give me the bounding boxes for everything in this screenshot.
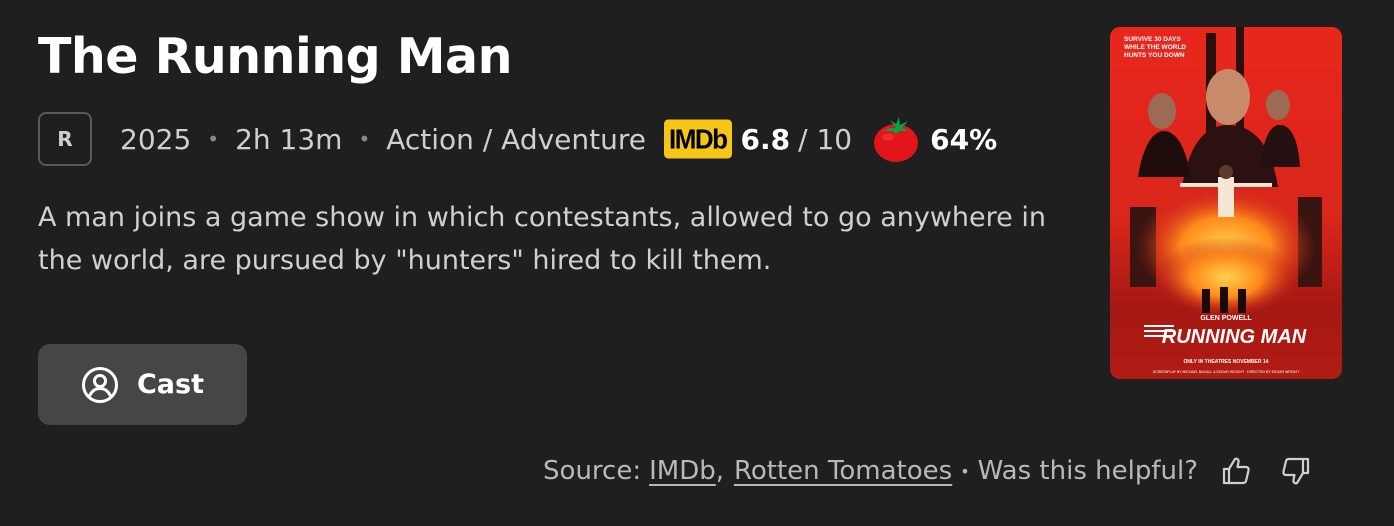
movie-meta-row: R 2025 • 2h 13m • Action / Adventure IMD… [38, 110, 997, 168]
source-comma: , [715, 456, 724, 486]
source-label: Source: [543, 456, 642, 486]
svg-text:ONLY IN THEATRES NOVEMBER 14: ONLY IN THEATRES NOVEMBER 14 [1184, 359, 1269, 365]
meta-separator: • [358, 127, 371, 151]
svg-text:GLEN POWELL: GLEN POWELL [1200, 315, 1252, 322]
tomato-icon [872, 114, 920, 164]
thumbs-up-icon[interactable] [1220, 455, 1252, 487]
genres: Action / Adventure [386, 122, 646, 156]
source-link-rotten-tomatoes[interactable]: Rotten Tomatoes [734, 456, 952, 486]
release-year: 2025 [120, 122, 192, 156]
svg-text:WHILE THE WORLD: WHILE THE WORLD [1124, 44, 1186, 51]
cast-button[interactable]: Cast [38, 344, 247, 425]
svg-text:SCREENPLAY BY MICHAEL BACALL &: SCREENPLAY BY MICHAEL BACALL & EDGAR WRI… [1153, 370, 1300, 374]
runtime: 2h 13m [235, 122, 343, 156]
imdb-scale: / 10 [798, 122, 853, 156]
helpful-prompt: Was this helpful? [977, 456, 1198, 486]
movie-poster[interactable]: SURVIVE 30 DAYS WHILE THE WORLD HUNTS YO… [1110, 27, 1342, 379]
source-link-imdb[interactable]: IMDb [649, 456, 716, 486]
movie-description: A man joins a game show in which contest… [38, 202, 1046, 276]
source-footer: Source: IMDb , Rotten Tomatoes • Was thi… [543, 450, 1312, 492]
rotten-tomatoes-score: 64% [930, 122, 998, 156]
movie-card: The Running Man R 2025 • 2h 13m • Action… [0, 0, 1394, 526]
svg-text:SURVIVE 30 DAYS: SURVIVE 30 DAYS [1124, 36, 1181, 43]
footer-separator: • [960, 461, 970, 481]
imdb-score: 6.8 [740, 122, 791, 156]
person-circle-icon [81, 366, 119, 404]
content-rating-badge: R [38, 112, 92, 166]
movie-title: The Running Man [38, 28, 513, 85]
svg-text:HUNTS YOU DOWN: HUNTS YOU DOWN [1124, 52, 1185, 59]
cast-button-label: Cast [136, 369, 204, 400]
imdb-logo-icon: IMDb [664, 119, 732, 159]
svg-text:RUNNING MAN: RUNNING MAN [1162, 326, 1307, 348]
meta-separator: • [207, 127, 220, 151]
thumbs-down-icon[interactable] [1280, 455, 1312, 487]
